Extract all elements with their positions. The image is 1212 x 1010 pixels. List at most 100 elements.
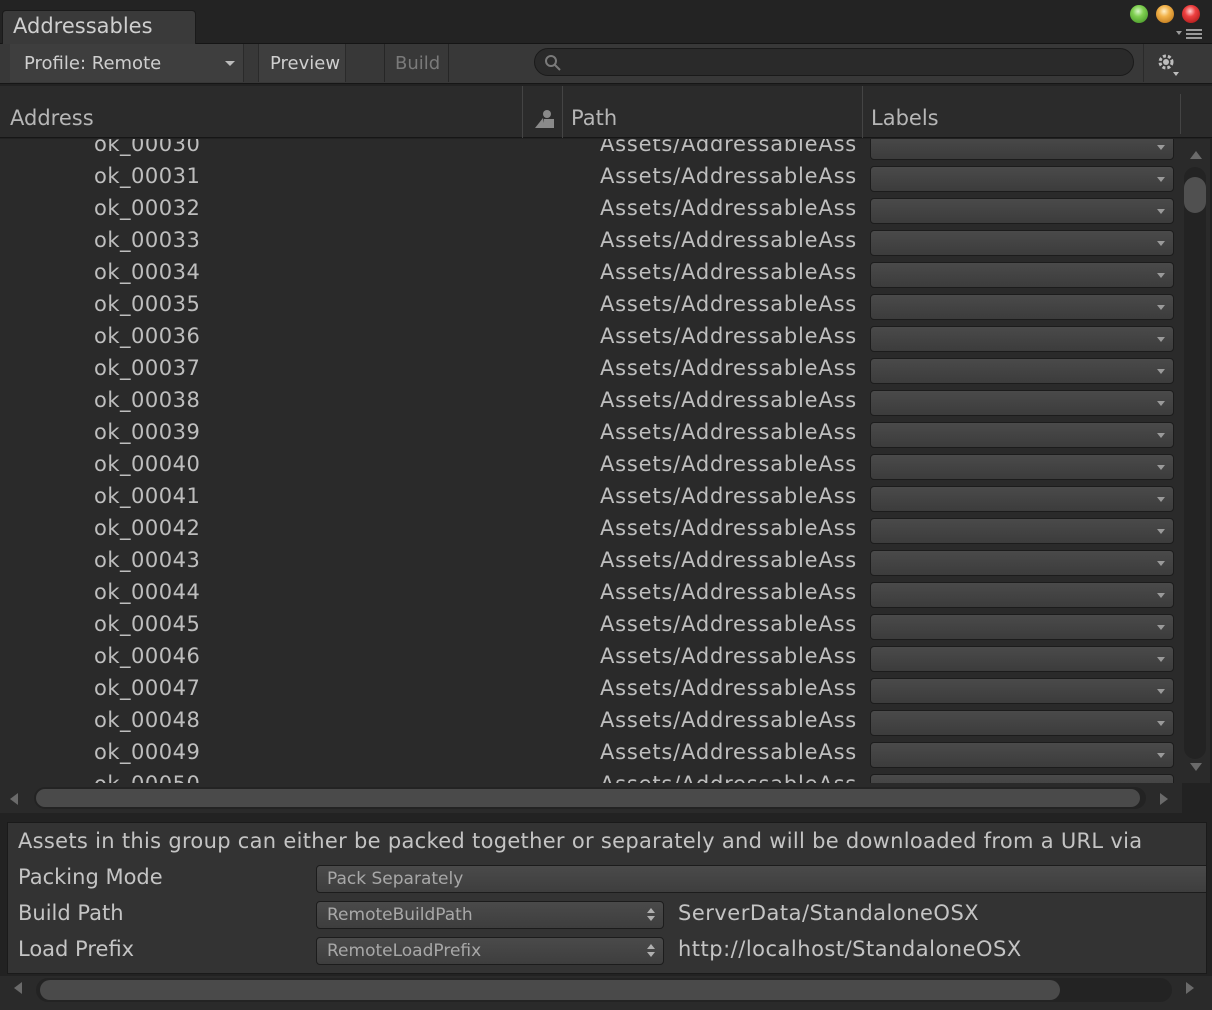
- asset-path: Assets/AddressableAsse: [600, 228, 858, 252]
- asset-path: Assets/AddressableAsse: [600, 139, 858, 156]
- profile-dropdown[interactable]: Profile: Remote: [10, 44, 244, 82]
- group-description: Assets in this group can either be packe…: [18, 829, 1143, 853]
- asset-path: Assets/AddressableAsse: [600, 484, 858, 508]
- table-row[interactable]: ok_00038 Assets/AddressableAsse: [0, 386, 1182, 418]
- scrollbar-track[interactable]: [1184, 167, 1206, 759]
- labels-dropdown[interactable]: [870, 230, 1174, 256]
- preview-button[interactable]: Preview: [258, 44, 346, 82]
- labels-dropdown[interactable]: [870, 550, 1174, 576]
- chevron-down-icon: [1157, 529, 1165, 534]
- window-menu-icon[interactable]: [1174, 27, 1204, 41]
- maximize-button[interactable]: [1130, 5, 1148, 23]
- table-row[interactable]: ok_00030 Assets/AddressableAsse: [0, 139, 1182, 162]
- table-row[interactable]: ok_00039 Assets/AddressableAsse: [0, 418, 1182, 450]
- labels-dropdown[interactable]: [870, 358, 1174, 384]
- asset-path: Assets/AddressableAsse: [600, 772, 858, 783]
- scrollbar-thumb[interactable]: [1184, 177, 1206, 213]
- chevron-down-icon: [1157, 337, 1165, 342]
- scroll-up-arrow-icon[interactable]: [1190, 151, 1202, 159]
- column-header-labels[interactable]: Labels: [862, 86, 1180, 138]
- build-button[interactable]: Build: [384, 44, 448, 82]
- labels-dropdown[interactable]: [870, 518, 1174, 544]
- build-path-dropdown[interactable]: RemoteBuildPath: [316, 901, 664, 929]
- column-header-asset-type[interactable]: [522, 86, 560, 138]
- labels-dropdown[interactable]: [870, 742, 1174, 768]
- vertical-scrollbar[interactable]: [1182, 139, 1210, 783]
- asset-address: ok_00035: [94, 292, 201, 316]
- chevron-down-icon: [1157, 593, 1165, 598]
- labels-dropdown[interactable]: [870, 678, 1174, 704]
- scroll-right-arrow-icon[interactable]: [1160, 793, 1168, 805]
- minimize-button[interactable]: [1156, 5, 1174, 23]
- table-row[interactable]: ok_00043 Assets/AddressableAsse: [0, 546, 1182, 578]
- table-row[interactable]: ok_00031 Assets/AddressableAsse: [0, 162, 1182, 194]
- asset-path: Assets/AddressableAsse: [600, 292, 858, 316]
- table-row[interactable]: ok_00047 Assets/AddressableAsse: [0, 674, 1182, 706]
- table-row[interactable]: ok_00049 Assets/AddressableAsse: [0, 738, 1182, 770]
- scroll-left-arrow-icon[interactable]: [10, 793, 18, 805]
- table-row[interactable]: ok_00044 Assets/AddressableAsse: [0, 578, 1182, 610]
- labels-dropdown[interactable]: [870, 139, 1174, 160]
- labels-dropdown[interactable]: [870, 774, 1174, 783]
- asset-address: ok_00033: [94, 228, 201, 252]
- labels-dropdown[interactable]: [870, 198, 1174, 224]
- window-tab[interactable]: Addressables: [2, 10, 196, 44]
- chevron-down-icon: [1157, 433, 1165, 438]
- asset-path: Assets/AddressableAsse: [600, 644, 858, 668]
- scroll-down-arrow-icon[interactable]: [1190, 763, 1202, 771]
- table-row[interactable]: ok_00033 Assets/AddressableAsse: [0, 226, 1182, 258]
- chevron-down-icon: [1157, 401, 1165, 406]
- close-button[interactable]: [1182, 5, 1200, 23]
- scrollbar-track[interactable]: [36, 978, 1172, 1002]
- labels-dropdown[interactable]: [870, 262, 1174, 288]
- asset-address: ok_00038: [94, 388, 201, 412]
- horizontal-scrollbar[interactable]: [0, 783, 1182, 813]
- table-row[interactable]: ok_00035 Assets/AddressableAsse: [0, 290, 1182, 322]
- column-header-path[interactable]: Path: [562, 86, 860, 138]
- chevron-down-icon: [1157, 273, 1165, 278]
- load-prefix-dropdown[interactable]: RemoteLoadPrefix: [316, 937, 664, 965]
- labels-dropdown[interactable]: [870, 614, 1174, 640]
- labels-dropdown[interactable]: [870, 422, 1174, 448]
- table-row[interactable]: ok_00040 Assets/AddressableAsse: [0, 450, 1182, 482]
- scrollbar-track[interactable]: [34, 787, 1146, 809]
- table-row[interactable]: ok_00046 Assets/AddressableAsse: [0, 642, 1182, 674]
- asset-path: Assets/AddressableAsse: [600, 452, 858, 476]
- asset-address: ok_00036: [94, 324, 201, 348]
- labels-dropdown[interactable]: [870, 390, 1174, 416]
- table-row[interactable]: ok_00050 Assets/AddressableAsse: [0, 770, 1182, 783]
- table-row[interactable]: ok_00045 Assets/AddressableAsse: [0, 610, 1182, 642]
- scroll-left-arrow-icon[interactable]: [14, 982, 22, 994]
- labels-dropdown[interactable]: [870, 294, 1174, 320]
- labels-dropdown[interactable]: [870, 166, 1174, 192]
- scroll-right-arrow-icon[interactable]: [1186, 982, 1194, 994]
- labels-dropdown[interactable]: [870, 582, 1174, 608]
- table-row[interactable]: ok_00032 Assets/AddressableAsse: [0, 194, 1182, 226]
- scrollbar-thumb[interactable]: [36, 789, 1140, 807]
- labels-dropdown[interactable]: [870, 454, 1174, 480]
- gear-icon: [1158, 54, 1179, 76]
- table-row[interactable]: ok_00034 Assets/AddressableAsse: [0, 258, 1182, 290]
- search-input[interactable]: [569, 52, 1119, 72]
- details-horizontal-scrollbar[interactable]: [0, 976, 1212, 1010]
- asset-type-icon: [535, 110, 554, 128]
- table-row[interactable]: ok_00036 Assets/AddressableAsse: [0, 322, 1182, 354]
- table-row[interactable]: ok_00048 Assets/AddressableAsse: [0, 706, 1182, 738]
- table-row[interactable]: ok_00037 Assets/AddressableAsse: [0, 354, 1182, 386]
- scrollbar-thumb[interactable]: [40, 980, 1060, 1000]
- table-row[interactable]: ok_00042 Assets/AddressableAsse: [0, 514, 1182, 546]
- chevron-down-icon: [1157, 497, 1165, 502]
- labels-dropdown[interactable]: [870, 710, 1174, 736]
- packing-mode-field[interactable]: Pack Separately: [316, 865, 1206, 893]
- search-field[interactable]: [534, 48, 1134, 76]
- labels-dropdown[interactable]: [870, 326, 1174, 352]
- column-header-address[interactable]: Address: [10, 86, 520, 138]
- labels-dropdown[interactable]: [870, 646, 1174, 672]
- labels-dropdown[interactable]: [870, 486, 1174, 512]
- settings-button[interactable]: [1143, 44, 1191, 82]
- chevron-down-icon: [1157, 625, 1165, 630]
- chevron-down-icon: [1157, 305, 1165, 310]
- updown-arrows-icon: [647, 944, 655, 958]
- chevron-down-icon: [1157, 209, 1165, 214]
- table-row[interactable]: ok_00041 Assets/AddressableAsse: [0, 482, 1182, 514]
